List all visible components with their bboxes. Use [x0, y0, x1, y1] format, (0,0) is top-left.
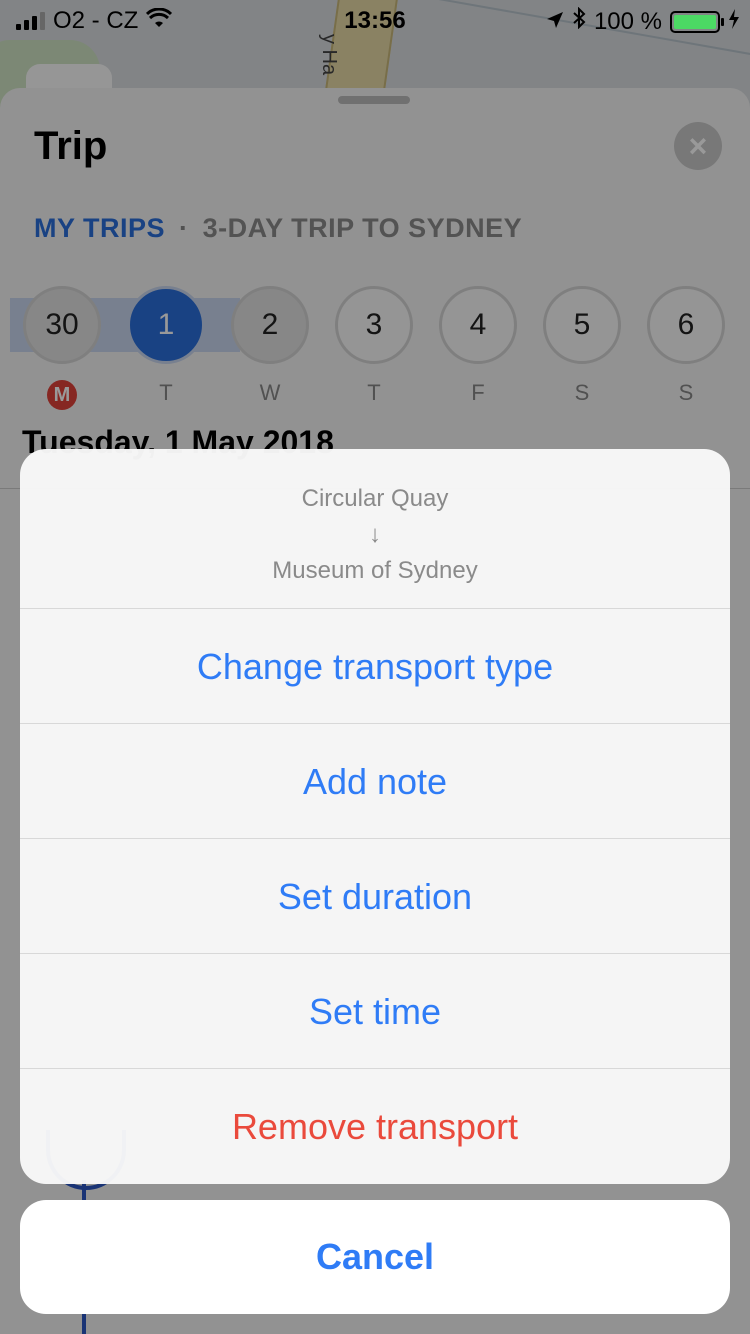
add-note-button[interactable]: Add note	[20, 724, 730, 839]
arrow-down-icon: ↓	[369, 521, 381, 548]
battery-percent: 100 %	[593, 7, 662, 35]
set-time-button[interactable]: Set time	[20, 954, 730, 1069]
set-duration-button[interactable]: Set duration	[20, 839, 730, 954]
remove-transport-button[interactable]: Remove transport	[20, 1069, 730, 1184]
route-to: Museum of Sydney	[272, 557, 478, 584]
status-bar: O2 - CZ 13:56 100 %	[0, 0, 750, 40]
change-transport-type-button[interactable]: Change transport type	[20, 609, 730, 724]
location-arrow-icon	[546, 8, 564, 36]
route-from: Circular Quay	[301, 485, 449, 512]
action-sheet-header: Circular Quay ↓ Museum of Sydney	[20, 449, 730, 609]
bluetooth-icon	[572, 6, 586, 36]
cancel-button[interactable]: Cancel	[20, 1200, 730, 1314]
charging-bolt-icon	[728, 8, 740, 36]
battery-icon	[670, 10, 724, 33]
action-sheet: Circular Quay ↓ Museum of Sydney Change …	[20, 449, 730, 1184]
